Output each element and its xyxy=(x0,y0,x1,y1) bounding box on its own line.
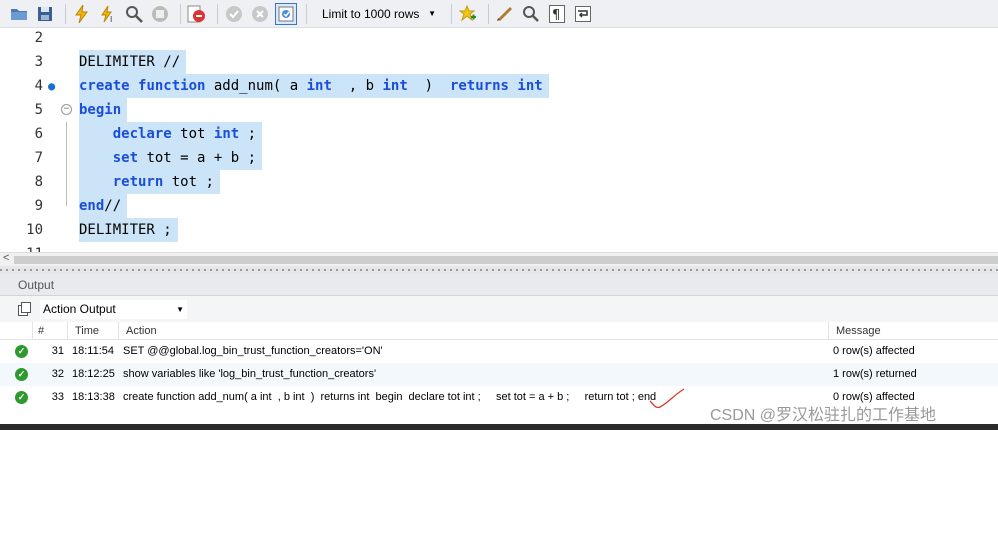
column-header-message[interactable]: Message xyxy=(829,322,998,340)
save-icon[interactable] xyxy=(34,3,56,25)
toggle-continue-icon[interactable] xyxy=(186,3,208,25)
line-number: 3 xyxy=(34,54,43,70)
editor-line: 11 xyxy=(0,242,998,252)
line-number: 6 xyxy=(34,126,43,142)
code-text: DELIMITER ; xyxy=(79,218,178,242)
svg-text:I: I xyxy=(110,15,112,23)
rollback-icon[interactable] xyxy=(249,3,271,25)
editor-line: 7 set tot = a + b ; xyxy=(0,146,998,170)
beautify-icon[interactable] xyxy=(494,3,516,25)
editor-line: 3 DELIMITER // xyxy=(0,50,998,74)
column-header-action[interactable]: Action xyxy=(119,322,829,340)
line-number: 11 xyxy=(0,242,43,252)
autocommit-icon[interactable] xyxy=(275,2,297,25)
row-time: 18:12:25 xyxy=(72,368,115,380)
wrap-icon[interactable] xyxy=(572,3,594,25)
row-number: 31 xyxy=(51,345,64,357)
code-text: create function add_num( a int , b int )… xyxy=(79,74,549,98)
line-number: 2 xyxy=(34,30,43,46)
code-text: return tot ; xyxy=(79,170,220,194)
success-check-icon: ✓ xyxy=(15,391,28,404)
code-text: begin xyxy=(79,98,128,122)
scroll-left-icon[interactable]: < xyxy=(3,252,9,264)
editor-line: 8 return tot ; xyxy=(0,170,998,194)
output-type-select[interactable]: Action Output ▼ xyxy=(40,300,187,319)
row-number: 32 xyxy=(51,368,64,380)
statement-marker-icon: ● xyxy=(48,79,56,93)
output-type-value: Action Output xyxy=(43,302,116,316)
editor-line: 4 ● create function add_num( a int , b i… xyxy=(0,74,998,98)
column-header-status xyxy=(0,322,33,340)
watermark: CSDN @罗汉松驻扎的工作基地 xyxy=(710,407,937,424)
sql-editor[interactable]: 2 3 DELIMITER // 4 ● create function add… xyxy=(0,28,998,252)
row-time: 18:11:54 xyxy=(72,345,115,357)
toolbar-separator xyxy=(65,3,66,24)
column-header-number[interactable]: # xyxy=(33,322,68,340)
line-number: 7 xyxy=(34,150,43,166)
success-check-icon: ✓ xyxy=(15,368,28,381)
status-strip xyxy=(0,424,998,430)
editor-line: 9 end// xyxy=(0,194,998,218)
editor-line: 10 DELIMITER ; xyxy=(0,218,998,242)
toolbar-separator xyxy=(217,3,218,24)
execute-current-icon[interactable]: I xyxy=(97,3,119,25)
row-action: show variables like 'log_bin_trust_funct… xyxy=(123,368,377,380)
code-text: end// xyxy=(79,194,128,218)
scrollbar-thumb[interactable] xyxy=(14,256,998,264)
editor-line: 6 declare tot int ; xyxy=(0,122,998,146)
line-number: 8 xyxy=(34,174,43,190)
find-icon[interactable] xyxy=(520,3,542,25)
editor-line: 5 − begin xyxy=(0,98,998,122)
line-number: 9 xyxy=(34,198,43,214)
code-text: set tot = a + b ; xyxy=(79,146,263,170)
table-row[interactable]: ✓ 31 18:11:54 SET @@global.log_bin_trust… xyxy=(0,340,998,363)
line-number: 4 xyxy=(34,78,43,94)
invisible-chars-icon[interactable]: ¶ xyxy=(546,3,568,25)
row-message: 1 row(s) returned xyxy=(833,368,917,380)
explain-icon[interactable] xyxy=(123,3,145,25)
table-header: # Time Action Message xyxy=(0,322,998,340)
row-action: SET @@global.log_bin_trust_function_crea… xyxy=(123,345,383,357)
svg-text:¶: ¶ xyxy=(552,8,560,23)
line-number: 5 xyxy=(34,102,43,118)
toolbar-separator xyxy=(180,3,181,24)
panel-splitter[interactable] xyxy=(0,266,998,274)
output-panel-title: Output xyxy=(18,278,55,292)
output-toolbar: Action Output ▼ xyxy=(0,296,998,322)
stop-icon[interactable] xyxy=(149,3,171,25)
commit-icon[interactable] xyxy=(223,3,245,25)
splitter-grip xyxy=(0,269,998,271)
table-row[interactable]: ✓ 32 18:12:25 show variables like 'log_b… xyxy=(0,363,998,386)
column-header-time[interactable]: Time xyxy=(68,322,119,340)
toolbar-separator xyxy=(488,3,489,24)
open-folder-icon[interactable] xyxy=(8,3,30,25)
execute-icon[interactable] xyxy=(71,3,93,25)
row-message: 0 row(s) affected xyxy=(833,345,915,357)
line-number: 10 xyxy=(26,222,43,238)
success-check-icon: ✓ xyxy=(15,345,28,358)
row-time: 18:13:38 xyxy=(72,391,115,403)
bookmark-icon[interactable] xyxy=(457,3,479,25)
row-number: 33 xyxy=(51,391,64,403)
toolbar-separator xyxy=(306,3,307,24)
sql-editor-toolbar: I Limit to 1000 rows ▼ ¶ xyxy=(0,0,998,28)
copy-icon[interactable] xyxy=(18,302,32,316)
handwritten-check-icon xyxy=(649,388,685,409)
code-text: declare tot int ; xyxy=(79,122,263,146)
limit-rows-label: Limit to 1000 rows xyxy=(322,6,420,21)
code-text: DELIMITER // xyxy=(79,50,187,74)
chevron-down-icon: ▼ xyxy=(176,305,184,314)
output-panel-header: Output xyxy=(0,274,998,296)
editor-line: 2 xyxy=(0,28,998,50)
fold-toggle-icon[interactable]: − xyxy=(61,104,72,115)
chevron-down-icon: ▼ xyxy=(428,9,436,18)
editor-horizontal-scrollbar[interactable]: < xyxy=(0,252,998,266)
toolbar-separator xyxy=(451,3,452,24)
limit-rows-select[interactable]: Limit to 1000 rows ▼ xyxy=(316,3,442,25)
